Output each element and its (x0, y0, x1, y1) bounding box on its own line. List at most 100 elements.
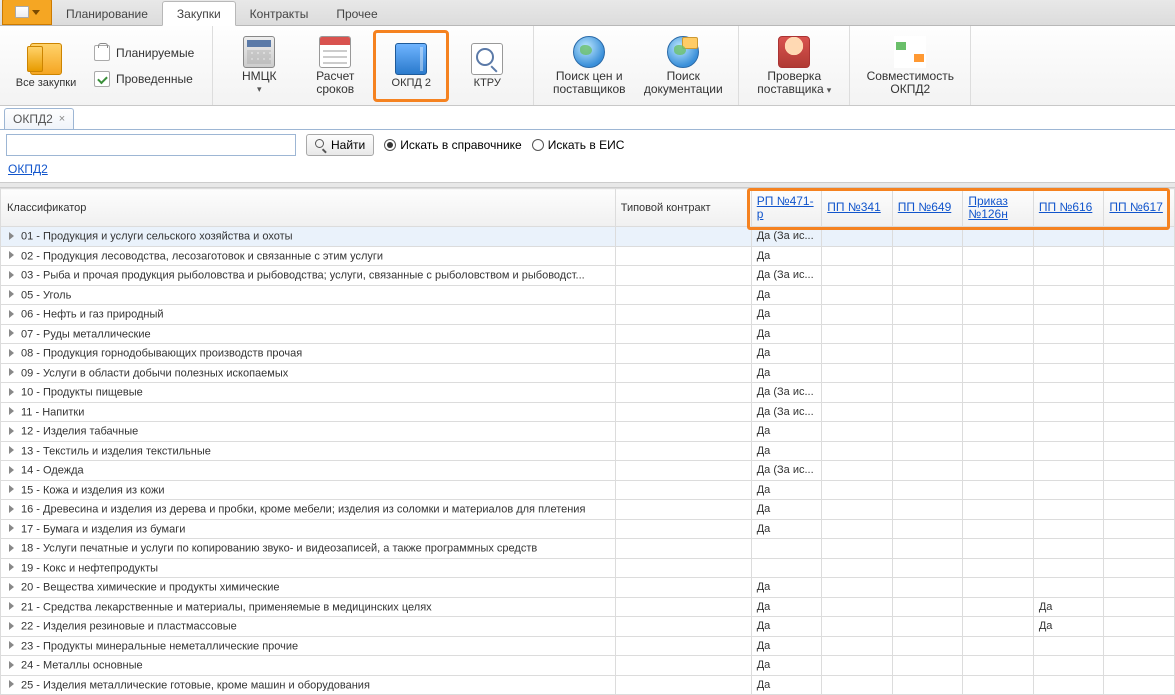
cell-order126 (963, 402, 1034, 422)
table-row[interactable]: 02 - Продукция лесоводства, лесозаготово… (1, 246, 1175, 266)
table-row[interactable]: 20 - Вещества химические и продукты хими… (1, 578, 1175, 598)
table-row[interactable]: 17 - Бумага и изделия из бумагиДа (1, 519, 1175, 539)
table-row[interactable]: 05 - УгольДа (1, 285, 1175, 305)
radio-icon (384, 139, 396, 151)
expand-icon[interactable] (6, 445, 17, 456)
expand-icon[interactable] (6, 523, 17, 534)
ribbon-all-purchases[interactable]: Все закупки (8, 30, 84, 102)
expand-icon[interactable] (6, 640, 17, 651)
table-row[interactable]: 09 - Услуги в области добычи полезных ис… (1, 363, 1175, 383)
table-row[interactable]: 10 - Продукты пищевыеДа (За ис... (1, 383, 1175, 403)
table-row[interactable]: 07 - Руды металлическиеДа (1, 324, 1175, 344)
expand-icon[interactable] (6, 367, 17, 378)
search-button[interactable]: Найти (306, 134, 374, 156)
cell-typical (615, 597, 751, 617)
expand-icon[interactable] (6, 230, 17, 241)
ribbon-okpd2[interactable]: ОКПД 2 (373, 30, 449, 102)
tab-planning[interactable]: Планирование (52, 2, 162, 25)
ribbon-doc-search[interactable]: Поискдокументации (636, 30, 730, 102)
expand-icon[interactable] (6, 562, 17, 573)
table-row[interactable]: 03 - Рыба и прочая продукция рыболовства… (1, 266, 1175, 286)
cell-rp471: Да (За ис... (751, 402, 822, 422)
app-menu-button[interactable] (2, 0, 52, 25)
col-pp616[interactable]: ПП №616 (1033, 189, 1104, 227)
cell-rp471: Да (751, 363, 822, 383)
col-pp341[interactable]: ПП №341 (822, 189, 893, 227)
cell-typical (615, 383, 751, 403)
table-row[interactable]: 06 - Нефть и газ природныйДа (1, 305, 1175, 325)
table-row[interactable]: 23 - Продукты минеральные неметаллически… (1, 636, 1175, 656)
expand-icon[interactable] (6, 620, 17, 631)
col-rp471[interactable]: РП №471-р (751, 189, 822, 227)
col-typical-contract[interactable]: Типовой контракт (615, 189, 751, 227)
expand-icon[interactable] (6, 425, 17, 436)
ribbon-label: Поиск цен и (556, 69, 623, 83)
globe-icon (573, 36, 605, 68)
col-pp649[interactable]: ПП №649 (892, 189, 963, 227)
table-row[interactable]: 22 - Изделия резиновые и пластмассовыеДа… (1, 617, 1175, 637)
expand-icon[interactable] (6, 328, 17, 339)
expand-icon[interactable] (6, 250, 17, 261)
expand-icon[interactable] (6, 289, 17, 300)
table-row[interactable]: 13 - Текстиль и изделия текстильныеДа (1, 441, 1175, 461)
expand-icon[interactable] (6, 269, 17, 280)
breadcrumb-root[interactable]: ОКПД2 (8, 162, 48, 176)
cell-pp649 (892, 461, 963, 481)
close-icon[interactable]: × (59, 113, 65, 125)
table-row[interactable]: 01 - Продукция и услуги сельского хозяйс… (1, 227, 1175, 247)
ribbon-label: Совместимость (867, 69, 954, 83)
ribbon-planned[interactable]: Планируемые (90, 43, 198, 63)
tab-other[interactable]: Прочее (322, 2, 391, 25)
ribbon-compat[interactable]: СовместимостьОКПД2 (858, 30, 962, 102)
expand-icon[interactable] (6, 308, 17, 319)
ribbon-conducted[interactable]: Проведенные (90, 69, 198, 89)
expand-icon[interactable] (6, 406, 17, 417)
search-input[interactable] (6, 134, 296, 156)
expand-icon[interactable] (6, 484, 17, 495)
cell-pp617 (1104, 266, 1175, 286)
ribbon-supplier-check[interactable]: Проверкапоставщика ▾ (747, 30, 841, 102)
table-row[interactable]: 16 - Древесина и изделия из дерева и про… (1, 500, 1175, 520)
radio-search-eis[interactable]: Искать в ЕИС (532, 138, 625, 152)
ribbon-ktru[interactable]: КТРУ (449, 30, 525, 102)
expand-icon[interactable] (6, 503, 17, 514)
radio-search-directory[interactable]: Искать в справочнике (384, 138, 521, 152)
ribbon-nmck[interactable]: НМЦК▾ (221, 30, 297, 102)
expand-icon[interactable] (6, 542, 17, 553)
table-row[interactable]: 14 - ОдеждаДа (За ис... (1, 461, 1175, 481)
table-row[interactable]: 19 - Кокс и нефтепродукты (1, 558, 1175, 578)
cell-rp471: Да (За ис... (751, 461, 822, 481)
expand-icon[interactable] (6, 347, 17, 358)
expand-icon[interactable] (6, 601, 17, 612)
document-tab-strip: ОКПД2 × (0, 108, 1175, 130)
cell-pp616 (1033, 383, 1104, 403)
tab-contracts[interactable]: Контракты (236, 2, 323, 25)
cell-pp617 (1104, 461, 1175, 481)
ribbon-calc-terms[interactable]: Расчетсроков (297, 30, 373, 102)
expand-icon[interactable] (6, 659, 17, 670)
table-row[interactable]: 12 - Изделия табачныеДа (1, 422, 1175, 442)
tab-purchases[interactable]: Закупки (162, 1, 236, 26)
col-order126[interactable]: Приказ №126н (963, 189, 1034, 227)
col-pp617[interactable]: ПП №617 (1104, 189, 1175, 227)
cell-pp341 (822, 675, 893, 695)
table-row[interactable]: 11 - НапиткиДа (За ис... (1, 402, 1175, 422)
table-row[interactable]: 25 - Изделия металлические готовые, кром… (1, 675, 1175, 695)
expand-icon[interactable] (6, 464, 17, 475)
cell-pp617 (1104, 539, 1175, 559)
table-row[interactable]: 24 - Металлы основныеДа (1, 656, 1175, 676)
table-row[interactable]: 18 - Услуги печатные и услуги по копиров… (1, 539, 1175, 559)
expand-icon[interactable] (6, 581, 17, 592)
table-row[interactable]: 08 - Продукция горнодобывающих производс… (1, 344, 1175, 364)
cell-order126 (963, 500, 1034, 520)
table-row[interactable]: 15 - Кожа и изделия из кожиДа (1, 480, 1175, 500)
col-classifier[interactable]: Классификатор (1, 189, 616, 227)
compat-icon (894, 36, 926, 68)
ribbon-price-search[interactable]: Поиск цен ипоставщиков (542, 30, 636, 102)
expand-icon[interactable] (6, 386, 17, 397)
globe-doc-icon (667, 36, 699, 68)
cell-pp649 (892, 246, 963, 266)
table-row[interactable]: 21 - Средства лекарственные и материалы,… (1, 597, 1175, 617)
cell-order126 (963, 461, 1034, 481)
document-tab-okpd2[interactable]: ОКПД2 × (4, 108, 74, 129)
